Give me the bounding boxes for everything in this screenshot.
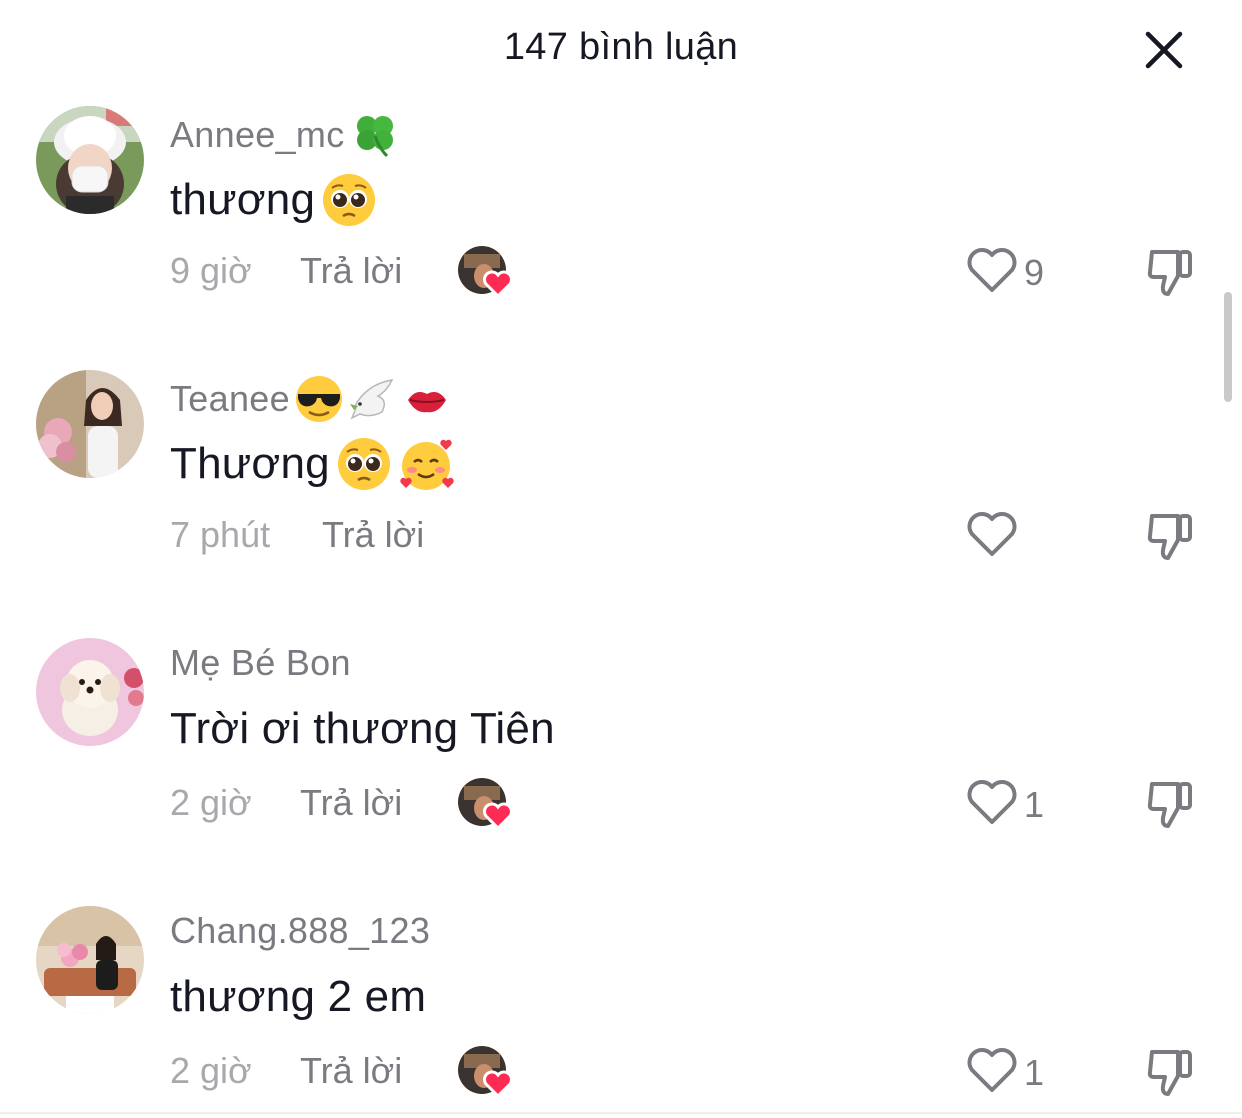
reply-button[interactable]: Trả lời [322,514,424,556]
comment-text: Trời ơi thương Tiên [170,704,555,754]
reply-button[interactable]: Trả lời [300,782,402,824]
close-icon [1145,31,1183,69]
comment-text-content: Trời ơi thương Tiên [170,704,555,753]
comment-text-content: Thương [170,439,330,488]
username-text: Annee_mc [170,114,345,155]
avatar[interactable] [36,638,144,746]
avatar[interactable] [36,906,144,1014]
comments-sheet: 147 bình luận Annee_mc thương 9 giờ Trả … [0,0,1242,1118]
heart-outline-icon [967,512,1017,556]
sunglasses-face-icon [294,374,344,424]
thumbs-down-icon [1147,782,1192,828]
comment-text: thương 2 em [170,972,426,1022]
avatar[interactable] [36,106,144,214]
like-button[interactable] [966,510,1018,558]
comment-time: 2 giờ [170,782,252,823]
comment-count-title: 147 bình luận [503,26,739,68]
like-count: 9 [1024,252,1045,293]
thumbs-down-icon [1147,250,1192,296]
dove-icon [348,374,398,424]
comment-time: 7 phút [170,514,271,555]
dislike-button[interactable] [1144,778,1196,830]
comment-text-content: thương 2 em [170,972,427,1021]
dislike-button[interactable] [1144,510,1196,562]
thumbs-down-icon [1147,514,1192,560]
thumbs-down-icon [1147,1050,1192,1096]
username[interactable]: Annee_mc [170,110,399,160]
comment-time: 2 giờ [170,1050,252,1091]
reply-button[interactable]: Trả lời [300,1050,402,1092]
comment-item: Mẹ Bé Bon Trời ơi thương Tiên 2 giờ Trả … [0,638,1242,888]
avatar[interactable] [36,370,144,478]
username-text: Mẹ Bé Bon [170,642,351,683]
comment-text-content: thương [170,175,316,224]
heart-outline-icon [967,780,1017,824]
username[interactable]: Chang.888_123 [170,910,430,952]
dislike-button[interactable] [1144,246,1196,298]
close-button[interactable] [1140,26,1188,74]
comments-header: 147 bình luận [0,0,1242,100]
like-count: 1 [1024,784,1045,825]
divider [0,1112,1242,1114]
pleading-face-icon [321,172,377,228]
reply-button[interactable]: Trả lời [300,250,402,292]
comment-item: Annee_mc thương 9 giờ Trả lời 9 [0,106,1242,356]
like-button[interactable] [966,778,1018,826]
heart-outline-icon [967,1048,1017,1092]
username-text: Chang.888_123 [170,910,431,951]
username[interactable]: Teanee [170,374,452,424]
comment-time: 9 giờ [170,250,252,291]
like-button[interactable] [966,246,1018,294]
username[interactable]: Mẹ Bé Bon [170,642,351,684]
creator-liked-badge [458,246,516,299]
four-leaf-clover-icon [349,110,399,160]
comment-item: Chang.888_123 thương 2 em 2 giờ Trả lời … [0,906,1242,1118]
scrollbar[interactable] [1224,292,1232,402]
comment-text: Thương [170,436,456,492]
dislike-button[interactable] [1144,1046,1196,1098]
like-button[interactable] [966,1046,1018,1094]
heart-outline-icon [967,248,1017,292]
creator-liked-badge [458,1046,516,1099]
comment-item: Teanee Thương 7 phút Trả lời [0,370,1242,620]
creator-liked-badge [458,778,516,831]
like-count: 1 [1024,1052,1045,1093]
pleading-face-icon [336,436,392,492]
smiling-face-with-hearts-icon [398,436,456,492]
username-text: Teanee [170,378,290,419]
kiss-mark-icon [402,374,452,424]
comment-text: thương [170,172,377,228]
